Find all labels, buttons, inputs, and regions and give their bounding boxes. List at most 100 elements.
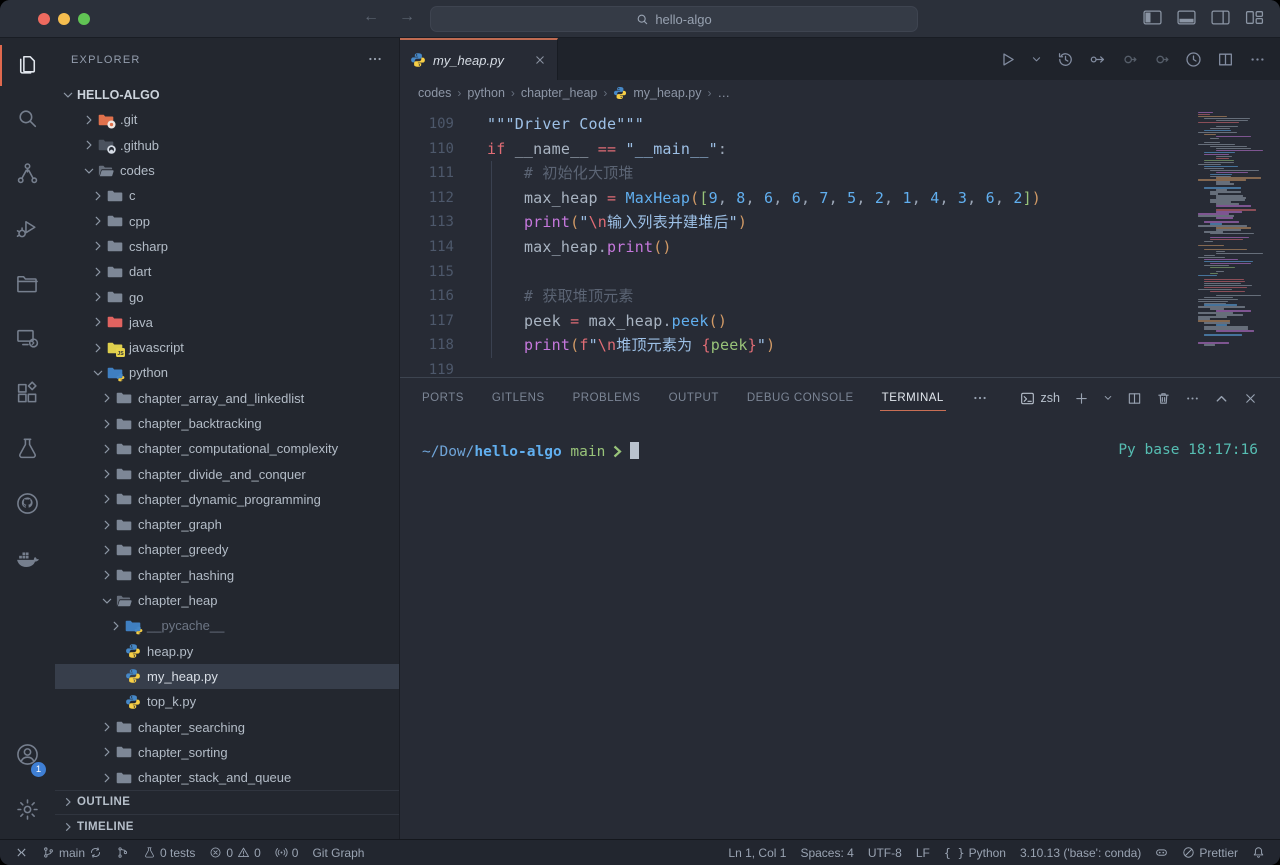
status-problems[interactable]: 00: [202, 840, 267, 865]
previous-change[interactable]: [1121, 51, 1138, 68]
layout-right-icon[interactable]: [1211, 10, 1230, 25]
activity-item-search[interactable]: [0, 93, 55, 148]
tree-folder-javascript[interactable]: JSjavascript: [55, 335, 399, 360]
tree-folder-chapter_dynamic_programming[interactable]: chapter_dynamic_programming: [55, 487, 399, 512]
new-terminal[interactable]: [1074, 391, 1089, 406]
tree-file-heap.py[interactable]: heap.py: [55, 639, 399, 664]
tree-folder-chapter_computational_complexity[interactable]: chapter_computational_complexity: [55, 436, 399, 461]
activity-item-docker[interactable]: [0, 533, 55, 588]
terminal[interactable]: ~/Dow/hello-algo main Py base 18:17:16: [400, 418, 1280, 839]
tree-folder-chapter_backtracking[interactable]: chapter_backtracking: [55, 411, 399, 436]
tree-folder-c[interactable]: c: [55, 183, 399, 208]
panel-tab-output[interactable]: OUTPUT: [669, 392, 719, 404]
status-copilot[interactable]: [1148, 840, 1175, 865]
activity-item-project-folder[interactable]: [0, 258, 55, 313]
tree-folder-chapter_divide_and_conquer[interactable]: chapter_divide_and_conquer: [55, 461, 399, 486]
maximize-panel[interactable]: [1214, 391, 1229, 406]
more-actions[interactable]: [1249, 51, 1266, 68]
status-git-graph[interactable]: Git Graph: [305, 840, 371, 865]
activity-item-source-control[interactable]: [0, 148, 55, 203]
tree-folder-chapter_greedy[interactable]: chapter_greedy: [55, 537, 399, 562]
timeline-section[interactable]: TIMELINE: [55, 814, 399, 839]
outline-section[interactable]: OUTLINE: [55, 790, 399, 815]
activity-item-run-debug[interactable]: [0, 203, 55, 258]
close-tab-icon[interactable]: [533, 53, 547, 67]
tree-folder-chapter_sorting[interactable]: chapter_sorting: [55, 740, 399, 765]
activity-item-settings[interactable]: [0, 784, 55, 839]
kill-terminal[interactable]: [1156, 391, 1171, 406]
navigate-back-icon[interactable]: ←: [360, 8, 382, 26]
tree-file-top_k.py[interactable]: top_k.py: [55, 689, 399, 714]
next-change[interactable]: [1153, 51, 1170, 68]
breadcrumb-item[interactable]: chapter_heap: [521, 86, 597, 100]
tree-folder-HELLO-ALGO[interactable]: HELLO-ALGO: [55, 82, 399, 107]
status-notifications[interactable]: [1245, 840, 1272, 865]
tree-folder-.github[interactable]: .github: [55, 133, 399, 158]
activity-item-testing[interactable]: [0, 423, 55, 478]
tree-file-my_heap.py[interactable]: my_heap.py: [55, 664, 399, 689]
activity-item-accounts[interactable]: 1: [0, 729, 55, 784]
terminal-profile-dropdown[interactable]: [1103, 393, 1113, 403]
tab-my-heap[interactable]: my_heap.py: [400, 38, 558, 80]
status-ports[interactable]: 0: [268, 840, 306, 865]
terminal-more-actions[interactable]: [1185, 391, 1200, 406]
close-panel[interactable]: [1243, 391, 1258, 406]
breadcrumb-item[interactable]: my_heap.py: [633, 86, 701, 100]
run-button[interactable]: [999, 51, 1016, 68]
status-indentation[interactable]: Spaces: 4: [793, 840, 860, 865]
status-tests[interactable]: 0 tests: [136, 840, 202, 865]
tree-folder-__pycache__[interactable]: __pycache__: [55, 613, 399, 638]
close-window-button[interactable]: [38, 13, 50, 25]
explorer-more-actions-icon[interactable]: [367, 51, 383, 70]
layout-grid-icon[interactable]: [1245, 10, 1264, 25]
command-center-search[interactable]: hello-algo: [430, 6, 918, 32]
tree-folder-python[interactable]: python: [55, 360, 399, 385]
tree-folder-chapter_array_and_linkedlist[interactable]: chapter_array_and_linkedlist: [55, 386, 399, 411]
tree-folder-chapter_hashing[interactable]: chapter_hashing: [55, 563, 399, 588]
tree-folder-.git[interactable]: .git: [55, 107, 399, 132]
tree-folder-chapter_graph[interactable]: chapter_graph: [55, 512, 399, 537]
status-language-mode[interactable]: { }Python: [937, 840, 1013, 865]
panel-tab-problems[interactable]: PROBLEMS: [573, 392, 641, 404]
run-dropdown[interactable]: [1031, 54, 1042, 65]
tree-folder-chapter_heap[interactable]: chapter_heap: [55, 588, 399, 613]
breadcrumb-item[interactable]: python: [467, 86, 505, 100]
tree-folder-go[interactable]: go: [55, 284, 399, 309]
tree-folder-chapter_searching[interactable]: chapter_searching: [55, 714, 399, 739]
status-cursor-position[interactable]: Ln 1, Col 1: [721, 840, 793, 865]
activity-item-github[interactable]: [0, 478, 55, 533]
activity-item-extensions[interactable]: [0, 368, 55, 423]
activity-item-explorer[interactable]: [0, 38, 55, 93]
panel-tab-terminal[interactable]: TERMINAL: [882, 392, 944, 404]
status-eol[interactable]: LF: [909, 840, 937, 865]
open-changes[interactable]: [1089, 51, 1106, 68]
tree-folder-dart[interactable]: dart: [55, 259, 399, 284]
layout-panel-icon[interactable]: [1177, 10, 1196, 25]
breadcrumb-item[interactable]: …: [717, 86, 730, 100]
minimize-window-button[interactable]: [58, 13, 70, 25]
status-git-actions[interactable]: [109, 840, 136, 865]
minimap[interactable]: [1198, 112, 1264, 346]
start-profile[interactable]: [1185, 51, 1202, 68]
panel-tab-ports[interactable]: PORTS: [422, 392, 464, 404]
status-encoding[interactable]: UTF-8: [861, 840, 909, 865]
tree-folder-java[interactable]: java: [55, 310, 399, 335]
status-prettier[interactable]: Prettier: [1175, 840, 1245, 865]
tree-folder-chapter_stack_and_queue[interactable]: chapter_stack_and_queue: [55, 765, 399, 790]
status-git-branch[interactable]: main: [35, 840, 109, 865]
breadcrumb-item[interactable]: codes: [418, 86, 451, 100]
tree-folder-codes[interactable]: codes: [55, 158, 399, 183]
terminal-shell-item[interactable]: zsh: [1020, 391, 1060, 406]
navigate-forward-icon[interactable]: →: [396, 8, 418, 26]
code-editor[interactable]: 109"""Driver Code"""110if __name__ == "_…: [400, 106, 1280, 377]
layout-left-icon[interactable]: [1143, 10, 1162, 25]
split-editor[interactable]: [1217, 51, 1234, 68]
status-python-interpreter[interactable]: 3.10.13 ('base': conda): [1013, 840, 1148, 865]
tree-folder-csharp[interactable]: csharp: [55, 234, 399, 259]
panel-tab-gitlens[interactable]: GITLENS: [492, 392, 545, 404]
zoom-window-button[interactable]: [78, 13, 90, 25]
tree-folder-cpp[interactable]: cpp: [55, 208, 399, 233]
status-remote-indicator[interactable]: [8, 840, 35, 865]
panel-more-tabs-icon[interactable]: [972, 390, 988, 406]
split-terminal[interactable]: [1127, 391, 1142, 406]
